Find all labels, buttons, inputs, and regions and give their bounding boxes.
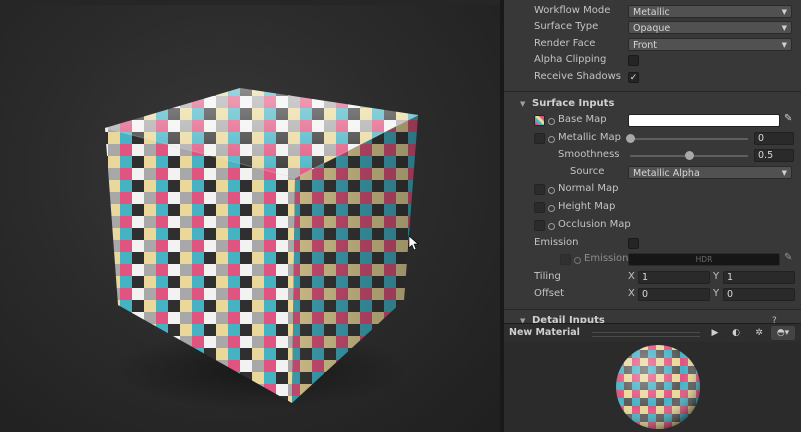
chevron-down-icon: ▼ [781,41,787,49]
normal-map-label: Normal Map [558,183,619,194]
emission-texture-slot[interactable] [560,254,571,265]
detail-inputs-header[interactable]: ▼ Detail Inputs ? [504,314,801,323]
render-face-label: Render Face [534,38,596,49]
detail-inputs-title: Detail Inputs [532,315,605,323]
height-map-row: Height Map [504,200,801,216]
texture-picker-icon[interactable] [548,205,555,212]
emission-label: Emission [534,237,579,248]
occlusion-map-row: Occlusion Map [504,218,801,234]
occlusion-map-texture-slot[interactable] [534,220,545,231]
render-face-value: Front [633,40,658,51]
receive-shadows-row: Receive Shadows ✓ [504,70,801,86]
lighting-icon[interactable]: ✲ [751,326,767,340]
tiling-label: Tiling [534,271,561,282]
tiling-y-label: Y [713,271,720,282]
textured-cube[interactable] [0,0,500,432]
surface-inputs-header[interactable]: ▼ Surface Inputs [504,97,801,113]
offset-x-field[interactable]: 0 [638,288,710,301]
metallic-value-field[interactable]: 0 [754,132,794,145]
alpha-clipping-row: Alpha Clipping [504,53,801,69]
source-label: Source [570,166,605,177]
surface-inputs-title: Surface Inputs [532,98,615,109]
height-map-texture-slot[interactable] [534,202,545,213]
scene-viewport[interactable] [0,0,500,432]
chevron-down-icon: ▼ [781,169,787,177]
alpha-clipping-label: Alpha Clipping [534,54,607,65]
base-map-row: Base Map ✎ [504,113,801,129]
workflow-mode-row: Workflow Mode Metallic ▼ [504,4,801,20]
help-icon[interactable]: ? [772,316,777,323]
emission-row: Emission [504,236,801,252]
smoothness-value-field[interactable]: 0.5 [754,149,794,162]
offset-row: Offset X 0 Y 0 [504,287,801,303]
material-preview-sphere[interactable] [504,342,801,432]
preview-shape-dropdown[interactable]: ◓▾ [771,326,795,340]
sphere-icon[interactable]: ◐ [728,326,744,340]
tiling-y-field[interactable]: 1 [723,271,795,284]
base-map-color-swatch[interactable] [628,114,780,127]
preview-drag-handle[interactable] [592,332,700,337]
metallic-map-texture-slot[interactable] [534,133,545,144]
tiling-row: Tiling X 1 Y 1 [504,270,801,286]
smoothness-label: Smoothness [558,149,620,160]
tiling-x-label: X [628,271,635,282]
preview-toolbar: New Material ▶ ◐ ✲ ◓▾ [504,323,801,343]
emission-color-label: Emission [584,253,629,264]
receive-shadows-checkbox[interactable]: ✓ [628,72,639,83]
render-face-dropdown[interactable]: Front ▼ [628,38,792,51]
texture-picker-icon[interactable] [574,257,581,264]
metallic-slider-knob[interactable] [626,134,635,143]
texture-picker-icon[interactable] [548,187,555,194]
offset-y-field[interactable]: 0 [723,288,795,301]
chevron-down-icon: ▼ [781,24,787,32]
foldout-arrow-icon: ▼ [520,100,526,108]
metallic-map-row: Metallic Map 0 [504,131,801,147]
normal-map-row: Normal Map [504,182,801,198]
metallic-map-label: Metallic Map [558,132,621,143]
surface-type-value: Opaque [633,23,671,34]
surface-type-dropdown[interactable]: Opaque ▼ [628,21,792,34]
eyedropper-icon[interactable]: ✎ [784,252,792,263]
offset-y-label: Y [713,288,720,299]
source-row: Source Metallic Alpha ▼ [504,165,801,181]
tiling-x-field[interactable]: 1 [638,271,710,284]
emission-hdr-color-swatch[interactable]: HDR [628,253,780,266]
base-map-label: Base Map [558,114,607,125]
play-icon[interactable]: ▶ [707,326,723,340]
render-face-row: Render Face Front ▼ [504,37,801,53]
surface-type-label: Surface Type [534,21,599,32]
metallic-slider-track[interactable] [630,138,748,140]
eyedropper-icon[interactable]: ✎ [784,113,792,124]
offset-label: Offset [534,288,565,299]
chevron-down-icon: ▼ [781,8,787,16]
offset-x-label: X [628,288,635,299]
emission-checkbox[interactable] [628,238,639,249]
emission-color-row: Emission HDR ✎ [504,252,801,268]
texture-picker-icon[interactable] [548,223,555,230]
material-preview-area[interactable] [504,342,801,432]
workflow-mode-dropdown[interactable]: Metallic ▼ [628,5,792,18]
section-separator [504,91,801,92]
texture-picker-icon[interactable] [548,118,555,125]
section-separator [504,309,801,310]
occlusion-map-label: Occlusion Map [558,219,631,230]
preview-title: New Material [509,327,580,338]
mouse-cursor-icon [408,235,419,251]
source-value: Metallic Alpha [633,168,700,179]
texture-picker-icon[interactable] [548,136,555,143]
smoothness-row: Smoothness 0.5 [504,148,801,164]
alpha-clipping-checkbox[interactable] [628,55,639,66]
workflow-mode-value: Metallic [633,7,670,18]
source-dropdown[interactable]: Metallic Alpha ▼ [628,166,792,179]
normal-map-texture-slot[interactable] [534,184,545,195]
base-map-texture-slot[interactable] [534,115,545,126]
surface-type-row: Surface Type Opaque ▼ [504,20,801,36]
height-map-label: Height Map [558,201,616,212]
smoothness-slider-knob[interactable] [685,151,694,160]
receive-shadows-label: Receive Shadows [534,71,621,82]
workflow-mode-label: Workflow Mode [534,5,611,16]
material-inspector: Workflow Mode Metallic ▼ Surface Type Opa… [504,0,801,432]
